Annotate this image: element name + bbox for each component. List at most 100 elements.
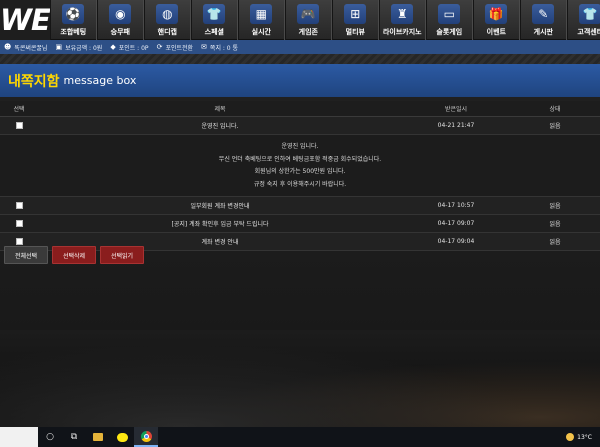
nav-item[interactable]: ⊞ 멀티뷰	[331, 0, 379, 40]
nav-item[interactable]: ▭ 슬롯게임	[425, 0, 473, 40]
nav-item[interactable]: ◍ 핸디캡	[143, 0, 191, 40]
user-name-segment: ☻ 똑콘써콘꿀님	[4, 43, 47, 52]
action-buttons: 전체선택 선택삭제 선택읽기	[4, 246, 148, 264]
jersey-icon: 👕	[203, 4, 226, 24]
page-title-band: 내쪽지함 message box	[0, 64, 600, 97]
point-convert-button[interactable]: 포인트전환	[165, 43, 193, 52]
row-date: 04-17 09:04	[437, 238, 475, 245]
logo-text: WE	[0, 3, 51, 37]
nav-item[interactable]: ⚽ 조합베팅	[49, 0, 97, 40]
tournament-icon: ⊞	[344, 4, 367, 24]
page-title: 내쪽지함	[8, 73, 60, 90]
basketball-icon: ◍	[156, 4, 179, 24]
ball-icon: ◉	[109, 4, 132, 24]
weather-temperature: 13°C	[577, 433, 592, 441]
soccer-ball-icon: ⚽	[62, 4, 85, 24]
row-checkbox[interactable]	[15, 202, 23, 209]
point-convert-segment[interactable]: ⟳ 포인트전환	[157, 43, 193, 52]
row-title[interactable]: 운영진 입니다.	[38, 121, 402, 130]
row-select-cell	[0, 220, 38, 227]
diamond-icon: ◆	[110, 43, 116, 51]
field-icon: ▦	[250, 4, 273, 24]
nav-item[interactable]: ✎ 게시판	[519, 0, 567, 40]
kakao-shape	[116, 432, 128, 442]
cortana-icon[interactable]: ○	[38, 427, 62, 447]
header-title: 제목	[214, 106, 226, 113]
nav-items: ⚽ 조합베팅 ◉ 승무패 ◍ 핸디캡 👕 스페셜 ▦ 실시간 🎮 게임존 ⊞ 멀티뷰 ♜ 라이브카지노 ▭ 슬롯게…	[49, 0, 600, 40]
castle-icon: ♜	[391, 4, 414, 24]
row-title[interactable]: [공지] 계좌 확인후 입금 부탁 드립니다	[38, 219, 402, 228]
select-all-button[interactable]: 전체선택	[4, 246, 48, 264]
mail-icon: ✉	[201, 43, 207, 51]
message-table: 선택 제목 받은일시 상태 운영진 입니다. 04-21 21:47 읽음 운영…	[0, 101, 600, 251]
messages-segment[interactable]: ✉ 쪽지 : 0 통	[201, 43, 238, 52]
row-date: 04-17 10:57	[437, 202, 475, 209]
table-row[interactable]: 일부회원 계좌 변경안내 04-17 10:57 읽음	[0, 197, 600, 215]
slot-machine-icon: ▭	[438, 4, 461, 24]
points-text: 포인트 : 0P	[118, 44, 149, 52]
nav-item[interactable]: ▦ 실시간	[237, 0, 285, 40]
points-segment: ◆ 포인트 : 0P	[110, 43, 148, 52]
nav-item[interactable]: 🎮 게임존	[284, 0, 332, 40]
row-title[interactable]: 일부회원 계좌 변경안내	[38, 201, 402, 210]
nav-item[interactable]: 👕 고객센터	[566, 0, 600, 40]
nav-item-label: 게임존	[298, 28, 318, 36]
background-art	[0, 330, 600, 427]
header-status: 상태	[549, 106, 561, 113]
nav-item-label: 승무패	[110, 28, 130, 36]
chrome-icon[interactable]	[134, 427, 158, 447]
table-row[interactable]: [공지] 계좌 확인후 입금 부탁 드립니다 04-17 09:07 읽음	[0, 215, 600, 233]
row-select-cell	[0, 122, 38, 129]
nav-item[interactable]: 🎁 이벤트	[472, 0, 520, 40]
gamepad-icon: 🎮	[297, 4, 320, 24]
row-checkbox[interactable]	[15, 122, 23, 129]
row-checkbox[interactable]	[15, 220, 23, 227]
gift-icon: 🎁	[485, 4, 508, 24]
row-status: 읽음	[549, 123, 561, 130]
message-line: 회원님의 상한가는 500만원 입니다.	[254, 168, 346, 175]
nav-item-label: 핸디캡	[157, 28, 177, 36]
delete-selected-button[interactable]: 선택삭제	[52, 246, 96, 264]
message-line: 무신 언더 축베팅으로 인하여 베팅금포함 적중금 회수되었습니다.	[218, 155, 382, 163]
nav-item-label: 멀티뷰	[345, 28, 365, 36]
system-tray: 13°C	[566, 433, 600, 441]
site-logo[interactable]: WE	[0, 0, 51, 40]
refresh-icon: ⟳	[156, 43, 163, 51]
header-select: 선택	[13, 106, 25, 113]
nav-item-label: 고객센터	[577, 28, 600, 36]
kakaotalk-icon[interactable]	[110, 427, 134, 447]
read-selected-button[interactable]: 선택읽기	[100, 246, 144, 264]
row-status: 읽음	[549, 221, 561, 228]
top-nav: WE ⚽ 조합베팅 ◉ 승무패 ◍ 핸디캡 👕 스페셜 ▦ 실시간 🎮 게임존 ⊞ 멀티뷰 ♜ 라이브카지노 ▭…	[0, 0, 600, 40]
nav-item[interactable]: ♜ 라이브카지노	[378, 0, 426, 40]
chrome-shape	[140, 430, 152, 442]
nav-item-label: 조합베팅	[60, 28, 87, 36]
row-select-cell	[0, 202, 38, 209]
file-explorer-icon[interactable]	[86, 427, 110, 447]
user-icon: ☻	[4, 43, 12, 51]
task-view-icon[interactable]: ⧉	[62, 427, 86, 447]
taskbar-search-box[interactable]	[0, 427, 38, 447]
nav-item[interactable]: 👕 스페셜	[190, 0, 238, 40]
balance-segment: ▣ 보유금액 : 0원	[55, 43, 102, 52]
nav-item-label: 게시판	[533, 28, 553, 36]
nav-item-label: 라이브카지노	[382, 28, 422, 36]
pen-icon: ✎	[532, 4, 555, 24]
weather-moon-icon	[566, 433, 575, 441]
nav-item-label: 이벤트	[486, 28, 506, 36]
row-date: 04-17 09:07	[437, 220, 475, 227]
row-checkbox[interactable]	[15, 238, 23, 245]
app-root: WE ⚽ 조합베팅 ◉ 승무패 ◍ 핸디캡 👕 스페셜 ▦ 실시간 🎮 게임존 ⊞ 멀티뷰 ♜ 라이브카지노 ▭…	[0, 0, 600, 447]
user-name: 똑콘써콘꿀님	[14, 44, 48, 52]
shirt-icon: 👕	[579, 4, 600, 24]
message-line: 규정 숙지 후 이용해주시기 바랍니다.	[253, 180, 347, 188]
nav-item[interactable]: ◉ 승무패	[96, 0, 144, 40]
table-row[interactable]: 운영진 입니다. 04-21 21:47 읽음	[0, 117, 600, 135]
wallet-icon: ▣	[55, 43, 63, 51]
nav-item-label: 슬롯게임	[436, 28, 463, 36]
row-title[interactable]: 계좌 변경 안내	[38, 237, 402, 246]
balance-text: 보유금액 : 0원	[65, 44, 103, 52]
messages-count[interactable]: 쪽지 : 0 통	[210, 43, 238, 52]
expanded-message-content: 운영진 입니다. 무신 언더 축베팅으로 인하여 베팅금포함 적중금 회수되었습…	[0, 135, 600, 197]
table-header: 선택 제목 받은일시 상태	[0, 101, 600, 117]
